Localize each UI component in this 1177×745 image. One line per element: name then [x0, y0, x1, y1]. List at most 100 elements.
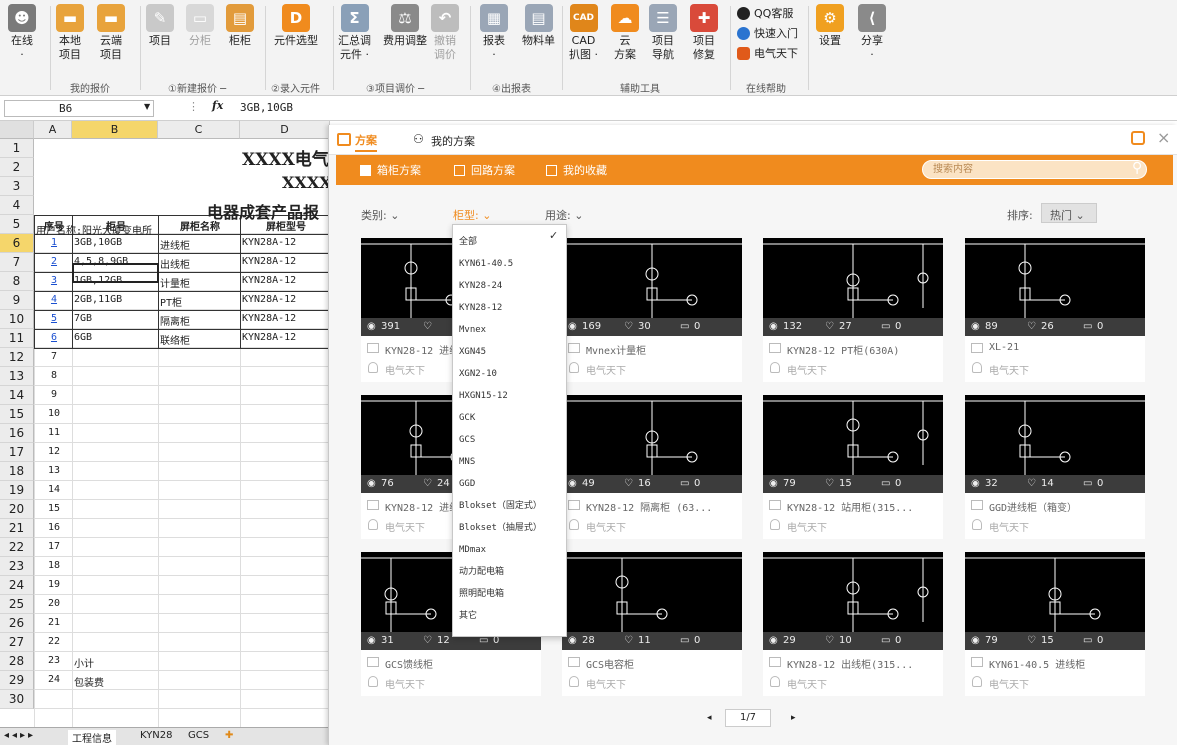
- row-header-16[interactable]: 16: [0, 424, 34, 443]
- row-header-19[interactable]: 19: [0, 481, 34, 500]
- table-cell[interactable]: 2: [34, 256, 72, 267]
- row-header-5[interactable]: 5: [0, 215, 34, 234]
- cabinet-button[interactable]: ▤ 柜柜: [226, 4, 254, 48]
- tab-favorites[interactable]: 我的收藏: [546, 162, 607, 178]
- row-header-9[interactable]: 9: [0, 291, 34, 310]
- dropdown-option[interactable]: GGD: [459, 477, 475, 491]
- page-indicator[interactable]: 1/7: [725, 709, 771, 727]
- packing-fee-cell[interactable]: 包装费: [72, 674, 158, 689]
- select-all-corner[interactable]: [0, 121, 34, 139]
- tab-plan[interactable]: 方案: [355, 132, 377, 152]
- cloud-plan-button[interactable]: ☁ 云 方案: [611, 4, 639, 62]
- dropdown-option[interactable]: GCK: [459, 411, 475, 425]
- table-header-cell[interactable]: 屏柜型号: [240, 218, 330, 233]
- fx-icon[interactable]: fx: [212, 99, 223, 112]
- table-cell[interactable]: 2GB,11GB: [72, 294, 158, 305]
- table-cell[interactable]: 4: [34, 294, 72, 305]
- search-input[interactable]: 搜索内容: [922, 160, 1147, 179]
- table-cell[interactable]: 7GB: [72, 313, 158, 324]
- row-header-15[interactable]: 15: [0, 405, 34, 424]
- plan-name[interactable]: KYN28-12 隔离柜 (63...: [586, 499, 738, 514]
- sequence-cell[interactable]: 21: [34, 617, 72, 628]
- project-button[interactable]: ✎ 项目: [146, 4, 174, 48]
- table-cell[interactable]: 3: [34, 275, 72, 286]
- row-header-21[interactable]: 21: [0, 519, 34, 538]
- table-header-cell[interactable]: 序号: [34, 218, 72, 233]
- row-header-13[interactable]: 13: [0, 367, 34, 386]
- report-button[interactable]: ▦ 报表 ·: [480, 4, 508, 62]
- filter-usage[interactable]: 用途: ⌄: [545, 207, 583, 223]
- row-header-25[interactable]: 25: [0, 595, 34, 614]
- dropdown-option[interactable]: MDmax: [459, 543, 486, 557]
- tab-my-plan[interactable]: 我的方案: [431, 133, 475, 149]
- row-header-22[interactable]: 22: [0, 538, 34, 557]
- sheet-tab-info[interactable]: 工程信息: [68, 730, 116, 745]
- sheet-tab-kyn28[interactable]: KYN28: [136, 730, 177, 741]
- sequence-cell[interactable]: 24: [34, 674, 72, 685]
- sequence-cell[interactable]: 9: [34, 389, 72, 400]
- plan-name[interactable]: KYN61-40.5 进线柜: [989, 656, 1141, 671]
- dropdown-option[interactable]: MNS: [459, 455, 475, 469]
- dropdown-option[interactable]: HXGN15-12: [459, 389, 508, 403]
- row-header-12[interactable]: 12: [0, 348, 34, 367]
- add-sheet-icon[interactable]: ✚: [225, 730, 233, 741]
- sequence-cell[interactable]: 20: [34, 598, 72, 609]
- column-header-d[interactable]: D: [240, 121, 330, 139]
- table-cell[interactable]: KYN28A-12: [240, 237, 330, 248]
- table-cell[interactable]: 计量柜: [158, 275, 240, 290]
- dropdown-option[interactable]: KYN28-12: [459, 301, 502, 315]
- table-cell[interactable]: 6GB: [72, 332, 158, 343]
- settings-button[interactable]: ⚙ 设置: [816, 4, 844, 48]
- sequence-cell[interactable]: 13: [34, 465, 72, 476]
- filter-category[interactable]: 类别: ⌄: [361, 207, 399, 223]
- dropdown-option[interactable]: 其它: [459, 609, 477, 623]
- subtotal-cell[interactable]: 小计: [72, 655, 158, 670]
- qq-support-link[interactable]: QQ客服: [737, 5, 793, 21]
- formula-input[interactable]: 3GB,10GB: [240, 101, 293, 114]
- close-icon[interactable]: ×: [1157, 128, 1170, 147]
- table-cell[interactable]: 联络柜: [158, 332, 240, 347]
- plan-card[interactable]: ◉ 89 ♡ 26 ▭ 0 XL-21 电气天下: [965, 238, 1145, 382]
- table-cell[interactable]: PT柜: [158, 294, 240, 309]
- plan-card[interactable]: ◉ 32 ♡ 14 ▭ 0 GGD进线柜（箱变） 电气天下: [965, 395, 1145, 539]
- heart-icon[interactable]: ♡: [1027, 632, 1036, 650]
- plan-card[interactable]: ◉ 132 ♡ 27 ▭ 0 KYN28-12 PT柜(630A) 电气天下: [763, 238, 943, 382]
- plan-name[interactable]: GCS电容柜: [586, 656, 738, 671]
- column-header-b[interactable]: B: [72, 121, 158, 139]
- sequence-cell[interactable]: 15: [34, 503, 72, 514]
- filter-cabinet-type[interactable]: 柜型: ⌄: [453, 207, 491, 223]
- sequence-cell[interactable]: 17: [34, 541, 72, 552]
- heart-icon[interactable]: ♡: [624, 632, 633, 650]
- plan-card[interactable]: ◉ 79 ♡ 15 ▭ 0 KYN28-12 站用柜(315... 电气天下: [763, 395, 943, 539]
- row-header-11[interactable]: 11: [0, 329, 34, 348]
- local-project-button[interactable]: ▬ 本地 项目: [56, 4, 84, 62]
- dropdown-option[interactable]: 全部: [459, 235, 477, 249]
- component-select-button[interactable]: D 元件选型: [274, 4, 318, 48]
- table-header-cell[interactable]: 屏柜名称: [158, 218, 240, 233]
- table-cell[interactable]: 6: [34, 332, 72, 343]
- project-repair-button[interactable]: ✚ 项目 修复: [690, 4, 718, 62]
- table-cell[interactable]: KYN28A-12: [240, 294, 330, 305]
- sequence-cell[interactable]: 12: [34, 446, 72, 457]
- row-header-18[interactable]: 18: [0, 462, 34, 481]
- search-icon[interactable]: ⚲: [1132, 160, 1142, 176]
- fee-adjust-button[interactable]: ⚖ 费用调整: [383, 4, 427, 48]
- column-header-c[interactable]: C: [158, 121, 240, 139]
- material-list-button[interactable]: ▤ 物料单: [522, 4, 555, 48]
- table-cell[interactable]: 5: [34, 313, 72, 324]
- heart-icon[interactable]: ♡: [825, 318, 834, 336]
- subcabinet-button[interactable]: ▭ 分柜: [186, 4, 214, 48]
- sequence-cell[interactable]: 23: [34, 655, 72, 666]
- table-cell[interactable]: 隔离柜: [158, 313, 240, 328]
- plan-card[interactable]: ◉ 169 ♡ 30 ▭ 0 Mvnex计量柜 电气天下: [562, 238, 742, 382]
- row-header-27[interactable]: 27: [0, 633, 34, 652]
- restore-icon[interactable]: [1131, 131, 1145, 145]
- cad-drawing-button[interactable]: CAD CAD 扒图 ·: [569, 4, 598, 62]
- dropdown-option[interactable]: XGN45: [459, 345, 486, 359]
- table-header-cell[interactable]: 柜号: [72, 218, 158, 233]
- dropdown-option[interactable]: Mvnex: [459, 323, 486, 337]
- row-header-3[interactable]: 3: [0, 177, 34, 196]
- project-nav-button[interactable]: ☰ 项目 导航: [649, 4, 677, 62]
- row-header-7[interactable]: 7: [0, 253, 34, 272]
- table-cell[interactable]: KYN28A-12: [240, 332, 330, 343]
